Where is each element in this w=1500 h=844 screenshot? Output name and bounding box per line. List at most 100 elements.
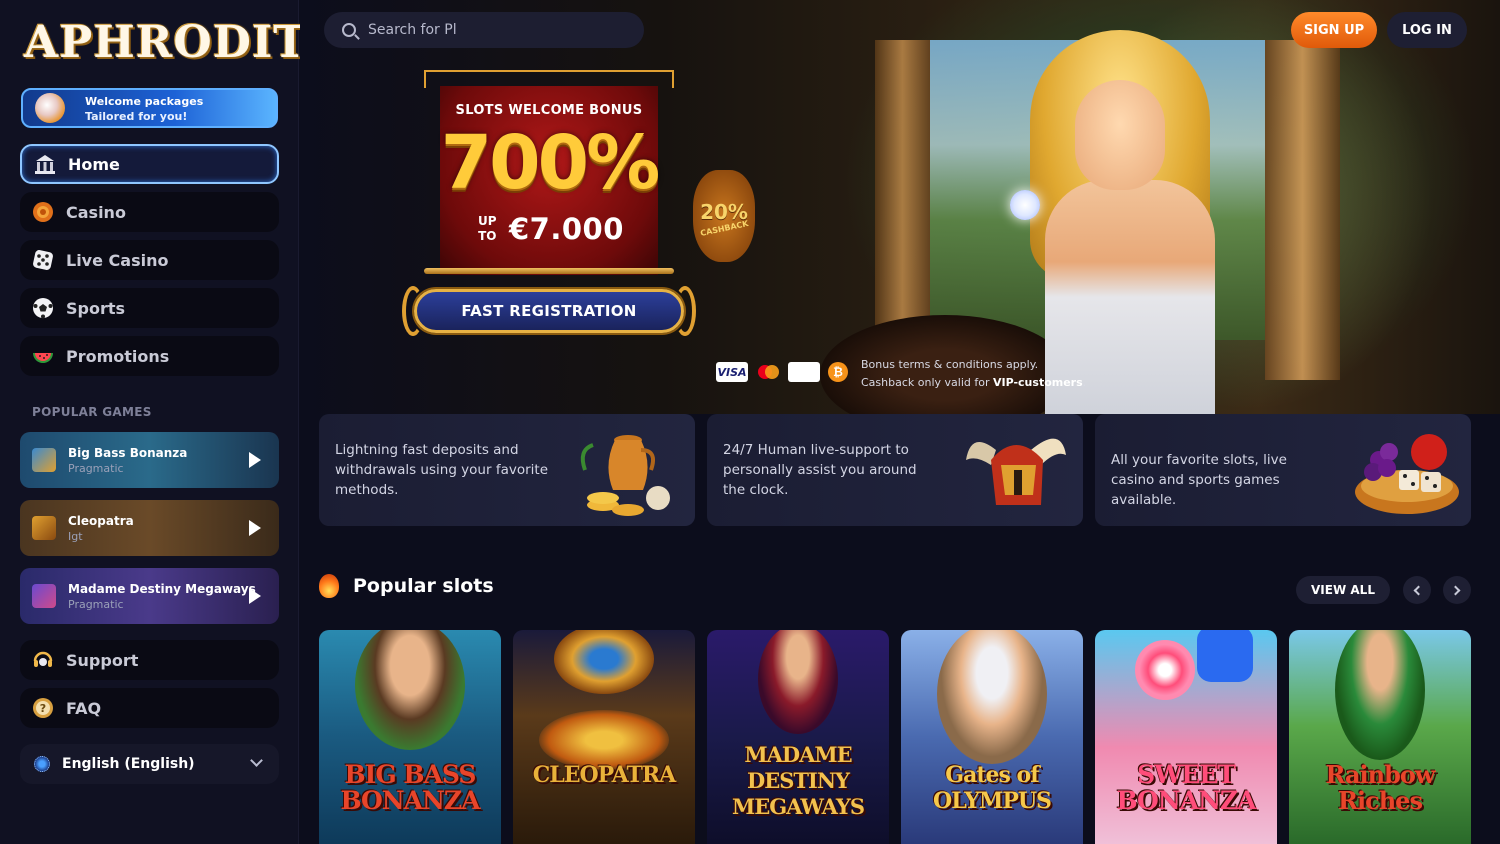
app-root: APHRODITE Welcome packages Tailored for … xyxy=(0,0,1500,844)
search-icon xyxy=(342,23,356,37)
terms-line2: Cashback only valid for VIP-customers. xyxy=(861,376,1087,389)
game-title: Madame Destiny Megaways xyxy=(68,582,256,596)
welcome-subtitle: Tailored for you! xyxy=(85,110,188,123)
nav-label: Home xyxy=(68,154,120,174)
nav-item-promotions[interactable]: Promotions xyxy=(20,336,279,376)
slot-tile[interactable]: Rainbow Riches xyxy=(1289,630,1471,844)
chevron-right-icon xyxy=(1450,585,1461,595)
globe-icon xyxy=(34,756,50,772)
slot-name: MADAME DESTINY MEGAWAYS xyxy=(731,742,865,819)
slot-tile[interactable]: CLEOPATRA xyxy=(513,630,695,844)
slot-name: Gates of OLYMPUS xyxy=(933,762,1052,814)
bonus-subtitle: SLOTS WELCOME BONUS xyxy=(455,103,643,118)
bonus-amount: €7.000 xyxy=(509,212,624,246)
feature-text: Lightning fast deposits and withdrawals … xyxy=(335,442,549,498)
welcome-title: Welcome packages xyxy=(85,95,204,108)
popular-games-heading: POPULAR GAMES xyxy=(32,405,152,419)
feature-card-games: All your favorite slots, live casino and… xyxy=(1095,414,1471,526)
winged-helmet-icon xyxy=(966,438,1066,505)
up-to-line2: TO xyxy=(478,229,497,243)
slot-artwork xyxy=(1135,640,1195,700)
svg-text:?: ? xyxy=(40,702,46,715)
soccer-ball-icon xyxy=(32,297,54,319)
popular-slots-header: Popular slots xyxy=(319,574,494,598)
nav-label: Sports xyxy=(66,298,126,318)
slot-artwork xyxy=(758,630,838,734)
log-in-button[interactable]: LOG IN xyxy=(1387,12,1467,48)
fruit-dice-bowl-icon xyxy=(1355,434,1459,514)
apple-pay-icon xyxy=(788,362,820,382)
amphora-coins-icon xyxy=(580,435,670,516)
play-icon[interactable] xyxy=(249,452,261,468)
slot-tile[interactable]: SWEET BONANZA xyxy=(1095,630,1277,844)
slot-name: BIG BASS BONANZA xyxy=(340,760,480,815)
popular-game-card[interactable]: Cleopatra Igt xyxy=(20,500,279,556)
play-icon[interactable] xyxy=(249,588,261,604)
slot-tile[interactable]: Gates of OLYMPUS xyxy=(901,630,1083,844)
brand-logo[interactable]: APHRODITE xyxy=(24,18,341,68)
game-thumbnail xyxy=(32,448,56,472)
terms-line1: Bonus terms & conditions apply. xyxy=(861,358,1039,371)
game-thumbnail xyxy=(32,516,56,540)
nav-label: FAQ xyxy=(66,698,102,718)
nav-item-home[interactable]: Home xyxy=(20,144,279,184)
nav-item-live-casino[interactable]: Live Casino xyxy=(20,240,279,280)
nav-item-faq[interactable]: ? FAQ xyxy=(20,688,279,728)
sign-up-button[interactable]: SIGN UP xyxy=(1291,12,1377,48)
popular-game-card[interactable]: Madame Destiny Megaways Pragmatic xyxy=(20,568,279,624)
hero-pillar-left xyxy=(875,40,930,360)
feature-text: 24/7 Human live-support to personally as… xyxy=(723,442,917,498)
nav-item-support[interactable]: Support xyxy=(20,640,279,680)
sidebar: APHRODITE Welcome packages Tailored for … xyxy=(0,0,341,844)
up-to-line1: UP xyxy=(478,214,497,228)
question-badge-icon: ? xyxy=(32,697,54,719)
view-all-button[interactable]: VIEW ALL xyxy=(1296,576,1390,604)
fire-icon xyxy=(319,574,339,598)
chevron-down-icon xyxy=(250,754,263,767)
game-provider: Igt xyxy=(68,530,83,543)
payment-methods: VISA ₿ xyxy=(716,362,856,382)
nav-item-casino[interactable]: Casino xyxy=(20,192,279,232)
bitcoin-icon: ₿ xyxy=(828,362,848,382)
nav-label: Casino xyxy=(66,202,126,222)
slot-artwork xyxy=(1335,630,1425,760)
bonus-terms: Bonus terms & conditions apply. Cashback… xyxy=(861,356,1086,392)
nav-label: Support xyxy=(66,650,139,670)
slot-tile[interactable]: BIG BASS BONANZA xyxy=(319,630,501,844)
feature-card-support: 24/7 Human live-support to personally as… xyxy=(707,414,1083,526)
chevron-left-icon xyxy=(1413,585,1424,595)
popular-game-card[interactable]: Big Bass Bonanza Pragmatic xyxy=(20,432,279,488)
feature-text: All your favorite slots, live casino and… xyxy=(1111,452,1287,508)
popular-slots-title: Popular slots xyxy=(353,575,494,597)
language-label: English (English) xyxy=(62,756,195,772)
nav-label: Live Casino xyxy=(66,250,169,270)
slot-artwork xyxy=(355,630,465,750)
nav-item-sports[interactable]: Sports xyxy=(20,288,279,328)
search-input[interactable] xyxy=(368,22,618,38)
mastercard-icon xyxy=(756,362,780,382)
dice-icon xyxy=(32,249,54,271)
pearl-shell-icon xyxy=(35,93,65,123)
game-provider: Pragmatic xyxy=(68,598,124,611)
game-title: Big Bass Bonanza xyxy=(68,446,188,460)
game-thumbnail xyxy=(32,584,56,608)
carousel-prev-button[interactable] xyxy=(1403,576,1431,604)
hero-pillar-right xyxy=(1265,40,1340,380)
play-icon[interactable] xyxy=(249,520,261,536)
chip-icon xyxy=(32,201,54,223)
bonus-up-to: UP TO xyxy=(478,214,497,244)
fast-registration-button[interactable]: FAST REGISTRATION xyxy=(414,289,684,333)
language-selector[interactable]: English (English) xyxy=(20,744,279,784)
temple-icon xyxy=(34,153,56,175)
welcome-packages-banner[interactable]: Welcome packages Tailored for you! xyxy=(21,88,278,128)
slot-tile[interactable]: MADAME DESTINY MEGAWAYS xyxy=(707,630,889,844)
slot-artwork xyxy=(937,630,1047,764)
carousel-next-button[interactable] xyxy=(1443,576,1471,604)
feature-card-deposits: Lightning fast deposits and withdrawals … xyxy=(319,414,695,526)
nav-label: Promotions xyxy=(66,346,170,366)
vip-customers-text: VIP-customers xyxy=(993,376,1083,389)
slot-name: Rainbow Riches xyxy=(1325,760,1435,815)
search-bar[interactable] xyxy=(324,12,644,48)
bonus-percent: 700% xyxy=(440,120,661,206)
game-provider: Pragmatic xyxy=(68,462,124,475)
